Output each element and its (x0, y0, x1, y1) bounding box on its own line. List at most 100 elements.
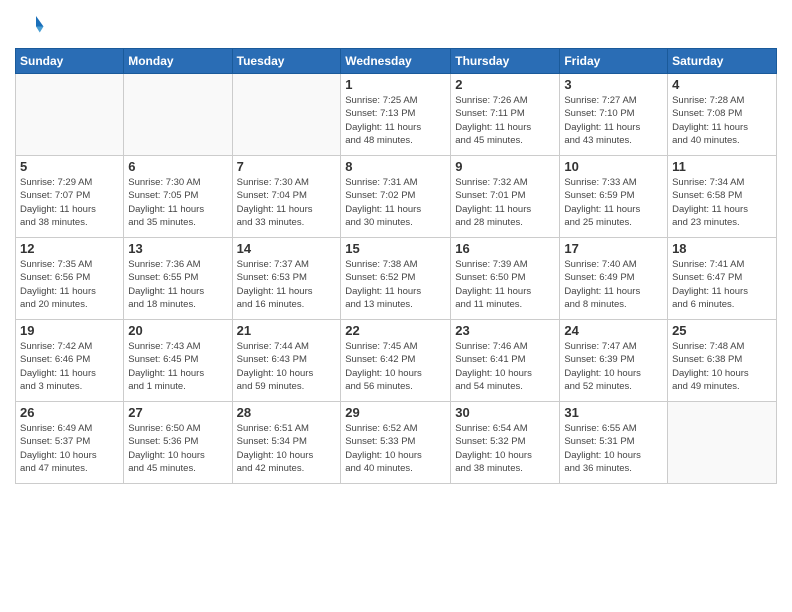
day-number: 12 (20, 241, 119, 256)
calendar-week-row: 26 Sunrise: 6:49 AM Sunset: 5:37 PM Dayli… (16, 402, 777, 484)
day-number: 30 (455, 405, 555, 420)
day-info: Sunrise: 7:28 AM Sunset: 7:08 PM Dayligh… (672, 94, 772, 147)
day-number: 28 (237, 405, 337, 420)
calendar-day-cell: 19 Sunrise: 7:42 AM Sunset: 6:46 PM Dayli… (16, 320, 124, 402)
day-info: Sunrise: 7:45 AM Sunset: 6:42 PM Dayligh… (345, 340, 446, 393)
page-container: SundayMondayTuesdayWednesdayThursdayFrid… (0, 0, 792, 494)
day-number: 27 (128, 405, 227, 420)
day-number: 1 (345, 77, 446, 92)
day-number: 23 (455, 323, 555, 338)
day-number: 20 (128, 323, 227, 338)
weekday-header: Tuesday (232, 49, 341, 74)
day-info: Sunrise: 7:47 AM Sunset: 6:39 PM Dayligh… (564, 340, 663, 393)
calendar-week-row: 5Sunrise: 7:29 AM Sunset: 7:07 PM Daylig… (16, 156, 777, 238)
day-number: 31 (564, 405, 663, 420)
day-info: Sunrise: 7:33 AM Sunset: 6:59 PM Dayligh… (564, 176, 663, 229)
day-info: Sunrise: 7:32 AM Sunset: 7:01 PM Dayligh… (455, 176, 555, 229)
calendar-day-cell: 12Sunrise: 7:35 AM Sunset: 6:56 PM Dayli… (16, 238, 124, 320)
calendar-day-cell (16, 74, 124, 156)
weekday-header: Thursday (451, 49, 560, 74)
calendar-day-cell: 17 Sunrise: 7:40 AM Sunset: 6:49 PM Dayli… (560, 238, 668, 320)
day-info: Sunrise: 7:40 AM Sunset: 6:49 PM Dayligh… (564, 258, 663, 311)
day-number: 26 (20, 405, 119, 420)
calendar-day-cell: 3 Sunrise: 7:27 AM Sunset: 7:10 PM Daylig… (560, 74, 668, 156)
weekday-header: Wednesday (341, 49, 451, 74)
day-info: Sunrise: 7:27 AM Sunset: 7:10 PM Dayligh… (564, 94, 663, 147)
header (15, 10, 777, 40)
day-number: 14 (237, 241, 337, 256)
calendar-day-cell: 20 Sunrise: 7:43 AM Sunset: 6:45 PM Dayli… (124, 320, 232, 402)
day-number: 29 (345, 405, 446, 420)
logo-icon (15, 10, 45, 40)
day-info: Sunrise: 6:50 AM Sunset: 5:36 PM Dayligh… (128, 422, 227, 475)
calendar-day-cell: 13 Sunrise: 7:36 AM Sunset: 6:55 PM Dayli… (124, 238, 232, 320)
calendar-day-cell (124, 74, 232, 156)
day-number: 7 (237, 159, 337, 174)
calendar-day-cell: 16 Sunrise: 7:39 AM Sunset: 6:50 PM Dayli… (451, 238, 560, 320)
day-info: Sunrise: 7:46 AM Sunset: 6:41 PM Dayligh… (455, 340, 555, 393)
day-info: Sunrise: 7:44 AM Sunset: 6:43 PM Dayligh… (237, 340, 337, 393)
calendar-week-row: 1 Sunrise: 7:25 AM Sunset: 7:13 PM Daylig… (16, 74, 777, 156)
calendar-day-cell: 30 Sunrise: 6:54 AM Sunset: 5:32 PM Dayli… (451, 402, 560, 484)
calendar-day-cell: 27 Sunrise: 6:50 AM Sunset: 5:36 PM Dayli… (124, 402, 232, 484)
calendar-day-cell: 14 Sunrise: 7:37 AM Sunset: 6:53 PM Dayli… (232, 238, 341, 320)
day-number: 16 (455, 241, 555, 256)
calendar-day-cell: 24 Sunrise: 7:47 AM Sunset: 6:39 PM Dayli… (560, 320, 668, 402)
day-info: Sunrise: 7:30 AM Sunset: 7:04 PM Dayligh… (237, 176, 337, 229)
calendar-day-cell: 22 Sunrise: 7:45 AM Sunset: 6:42 PM Dayli… (341, 320, 451, 402)
calendar-day-cell: 29 Sunrise: 6:52 AM Sunset: 5:33 PM Dayli… (341, 402, 451, 484)
calendar-day-cell: 2Sunrise: 7:26 AM Sunset: 7:11 PM Daylig… (451, 74, 560, 156)
calendar-day-cell: 26 Sunrise: 6:49 AM Sunset: 5:37 PM Dayli… (16, 402, 124, 484)
day-number: 13 (128, 241, 227, 256)
day-info: Sunrise: 7:30 AM Sunset: 7:05 PM Dayligh… (128, 176, 227, 229)
weekday-header: Sunday (16, 49, 124, 74)
day-info: Sunrise: 7:41 AM Sunset: 6:47 PM Dayligh… (672, 258, 772, 311)
day-info: Sunrise: 7:43 AM Sunset: 6:45 PM Dayligh… (128, 340, 227, 393)
calendar-day-cell: 21 Sunrise: 7:44 AM Sunset: 6:43 PM Dayli… (232, 320, 341, 402)
calendar-day-cell: 15Sunrise: 7:38 AM Sunset: 6:52 PM Dayli… (341, 238, 451, 320)
day-info: Sunrise: 7:36 AM Sunset: 6:55 PM Dayligh… (128, 258, 227, 311)
calendar-day-cell: 11Sunrise: 7:34 AM Sunset: 6:58 PM Dayli… (668, 156, 777, 238)
weekday-header: Saturday (668, 49, 777, 74)
day-info: Sunrise: 7:26 AM Sunset: 7:11 PM Dayligh… (455, 94, 555, 147)
day-number: 10 (564, 159, 663, 174)
calendar-day-cell: 8Sunrise: 7:31 AM Sunset: 7:02 PM Daylig… (341, 156, 451, 238)
day-number: 4 (672, 77, 772, 92)
day-info: Sunrise: 6:52 AM Sunset: 5:33 PM Dayligh… (345, 422, 446, 475)
day-number: 5 (20, 159, 119, 174)
day-number: 19 (20, 323, 119, 338)
calendar-day-cell: 9 Sunrise: 7:32 AM Sunset: 7:01 PM Daylig… (451, 156, 560, 238)
weekday-header: Monday (124, 49, 232, 74)
calendar-day-cell: 23 Sunrise: 7:46 AM Sunset: 6:41 PM Dayli… (451, 320, 560, 402)
day-number: 6 (128, 159, 227, 174)
day-info: Sunrise: 7:25 AM Sunset: 7:13 PM Dayligh… (345, 94, 446, 147)
calendar-header-row: SundayMondayTuesdayWednesdayThursdayFrid… (16, 49, 777, 74)
day-number: 25 (672, 323, 772, 338)
calendar-day-cell: 25Sunrise: 7:48 AM Sunset: 6:38 PM Dayli… (668, 320, 777, 402)
day-info: Sunrise: 7:38 AM Sunset: 6:52 PM Dayligh… (345, 258, 446, 311)
day-number: 24 (564, 323, 663, 338)
day-info: Sunrise: 6:49 AM Sunset: 5:37 PM Dayligh… (20, 422, 119, 475)
day-number: 22 (345, 323, 446, 338)
calendar-day-cell: 10 Sunrise: 7:33 AM Sunset: 6:59 PM Dayli… (560, 156, 668, 238)
day-info: Sunrise: 6:55 AM Sunset: 5:31 PM Dayligh… (564, 422, 663, 475)
day-info: Sunrise: 7:42 AM Sunset: 6:46 PM Dayligh… (20, 340, 119, 393)
calendar-day-cell: 7 Sunrise: 7:30 AM Sunset: 7:04 PM Daylig… (232, 156, 341, 238)
day-info: Sunrise: 6:54 AM Sunset: 5:32 PM Dayligh… (455, 422, 555, 475)
day-info: Sunrise: 7:31 AM Sunset: 7:02 PM Dayligh… (345, 176, 446, 229)
day-number: 11 (672, 159, 772, 174)
calendar-day-cell: 6 Sunrise: 7:30 AM Sunset: 7:05 PM Daylig… (124, 156, 232, 238)
day-number: 3 (564, 77, 663, 92)
calendar-week-row: 19 Sunrise: 7:42 AM Sunset: 6:46 PM Dayli… (16, 320, 777, 402)
day-number: 9 (455, 159, 555, 174)
calendar-day-cell: 5Sunrise: 7:29 AM Sunset: 7:07 PM Daylig… (16, 156, 124, 238)
day-info: Sunrise: 7:37 AM Sunset: 6:53 PM Dayligh… (237, 258, 337, 311)
day-number: 17 (564, 241, 663, 256)
calendar-day-cell: 4 Sunrise: 7:28 AM Sunset: 7:08 PM Daylig… (668, 74, 777, 156)
calendar-day-cell (232, 74, 341, 156)
day-number: 21 (237, 323, 337, 338)
day-info: Sunrise: 7:39 AM Sunset: 6:50 PM Dayligh… (455, 258, 555, 311)
calendar-day-cell: 28Sunrise: 6:51 AM Sunset: 5:34 PM Dayli… (232, 402, 341, 484)
day-number: 18 (672, 241, 772, 256)
calendar-day-cell (668, 402, 777, 484)
